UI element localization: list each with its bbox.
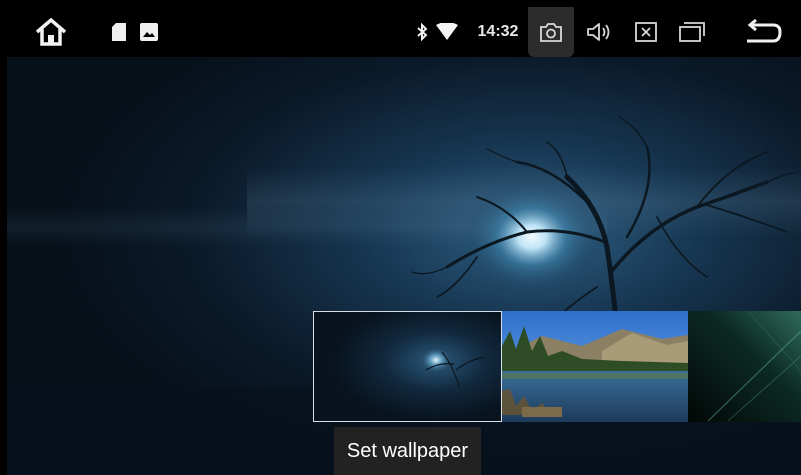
back-button[interactable] — [739, 7, 787, 57]
wallpaper-thumbnail-strip — [313, 311, 801, 422]
status-time: 14:32 — [477, 23, 519, 40]
wallpaper-thumbnail-mountain-lake[interactable] — [502, 311, 688, 422]
recent-apps-button[interactable] — [674, 7, 710, 57]
sd-card-icon — [110, 7, 128, 57]
wifi-icon — [435, 7, 459, 57]
volume-button[interactable] — [582, 7, 616, 57]
wallpaper-thumbnail-green-light-streaks[interactable] — [688, 311, 801, 422]
set-wallpaper-button[interactable]: Set wallpaper — [334, 427, 481, 475]
back-icon — [747, 19, 782, 43]
status-bar: 14:32 — [7, 7, 801, 57]
screenshot-icon — [540, 23, 562, 42]
close-box-icon — [635, 22, 657, 42]
volume-icon — [587, 23, 610, 41]
screen: 14:32 Set wallpaper — [7, 7, 801, 475]
home-button[interactable] — [31, 7, 71, 57]
recent-apps-icon — [679, 22, 705, 42]
home-icon — [35, 17, 67, 46]
screenshot-button[interactable] — [528, 7, 574, 57]
bluetooth-icon — [414, 7, 430, 57]
close-app-button[interactable] — [629, 7, 663, 57]
image-icon — [139, 7, 159, 57]
wallpaper-thumbnail-moonlit-tree[interactable] — [313, 311, 502, 422]
